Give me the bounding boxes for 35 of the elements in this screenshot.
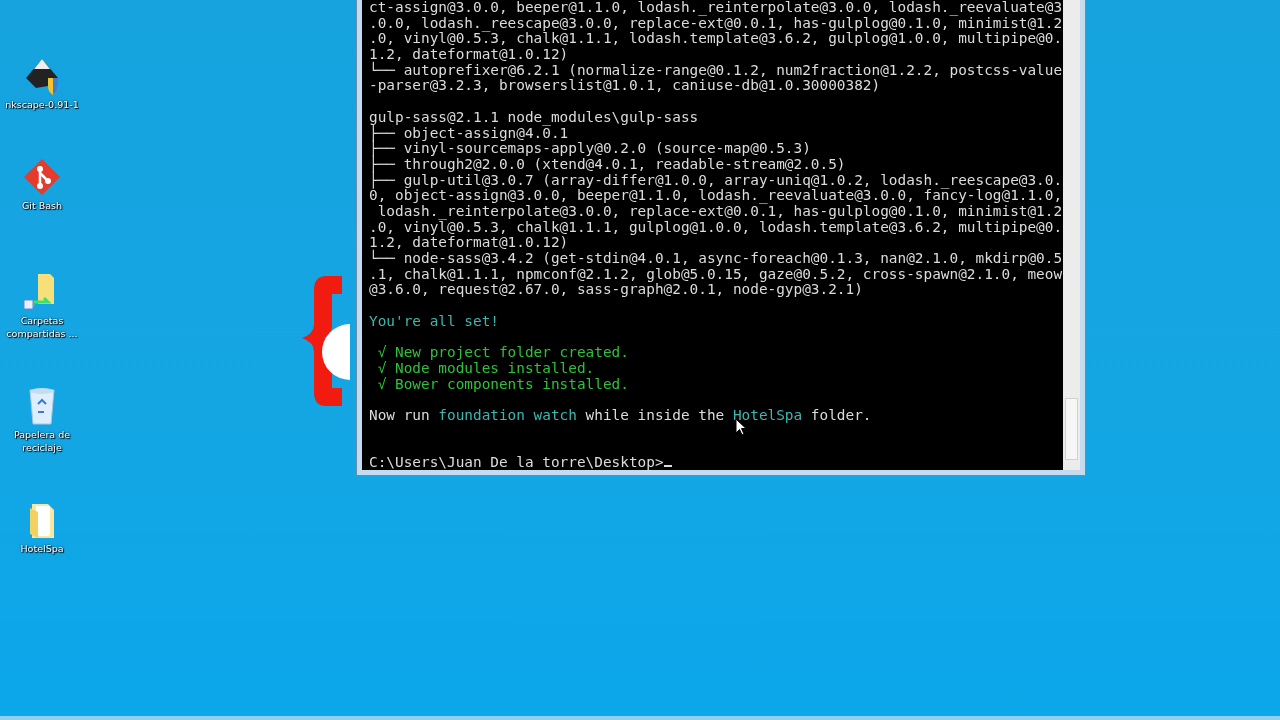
console-text: ├── object-assign@4.0.1	[369, 124, 569, 141]
console-text: .0, vinyl@0.5.3, chalk@1.1.1, lodash.template@3.6.2, gulplog@1.0.0, multipipe@0.	[369, 30, 1063, 47]
desktop-icon-label[interactable]: Papelera de reciclaje	[0, 428, 84, 454]
console-text: └── autoprefixer@6.2.1 (normalize-range@0.1.2, num2fraction@1.2.2, postcss-value	[369, 61, 1063, 78]
console-text: .0.0, lodash._reescape@3.0.0, replace-ext@0.0.1, has-gulplog@0.1.0, minimist@1.2	[369, 14, 1063, 31]
console-text: lodash._reinterpolate@3.0.0, replace-ext@0.0.1, has-gulplog@0.1.0, minimist@1.2	[376, 202, 1063, 219]
console-text: √ New project folder created.	[376, 344, 629, 361]
console-text: 0, object-assign@3.0.0, beeper@1.1.0, lodash._reevaluate@3.0.0, fancy-log@1.1.0,	[369, 187, 1063, 204]
console-text: C:\Users\Juan De la torre\Desktop>	[369, 453, 664, 470]
desktop-icon-label[interactable]: HotelSpa	[0, 542, 84, 555]
console-text: HotelSpa	[732, 406, 803, 423]
git-logo-icon[interactable]	[22, 157, 62, 197]
console-text: ├── gulp-util@3.0.7 (array-differ@1.0.0, array-uniq@1.0.2, lodash._reescape@3.0.	[369, 171, 1063, 188]
console-text: -parser@3.2.3, browserslist@1.0.1, caniuse-db@1.0.30000382)	[369, 77, 881, 94]
console-text: ├── vinyl-sourcemaps-apply@0.2.0 (source-map@0.5.3)	[369, 140, 811, 157]
console-text: .0, vinyl@0.5.3, chalk@1.1.1, gulplog@1.0.0, lodash.template@3.6.2, multipipe@0.	[369, 218, 1063, 235]
console-text: folder.	[809, 406, 872, 423]
console-text: gulp-sass@2.1.1 node_modules\gulp-sass	[369, 108, 699, 125]
console-text: └── node-sass@3.4.2 (get-stdin@4.0.1, async-foreach@0.1.3, nan@2.1.0, mkdirp@0.5	[369, 250, 1063, 266]
desktop-icon-label[interactable]: Git Bash	[0, 199, 84, 212]
text-cursor	[663, 464, 672, 467]
scroll-thumb[interactable]	[1065, 398, 1078, 460]
console-text: while inside the	[584, 406, 726, 423]
console-text: foundation watch	[438, 406, 577, 423]
console-text: .1, chalk@1.1.1, npmconf@2.1.2, glob@5.0.15, gaze@0.5.2, cross-spawn@2.1.0, meow	[369, 265, 1063, 282]
console-text: @3.6.0, request@2.67.0, sass-graph@2.0.1, node-gyp@3.2.1)	[369, 281, 863, 298]
desktop-icon-label[interactable]: Carpetas compartidas ...	[0, 314, 84, 340]
console-text: ct-assign@3.0.0, beeper@1.1.0, lodash._reinterpolate@3.0.0, lodash._reevaluate@3	[369, 0, 1063, 15]
scrollbar[interactable]	[1063, 0, 1080, 470]
console-text: √ Bower components installed.	[376, 375, 629, 392]
console-text: √ Node modules installed.	[376, 359, 595, 376]
console-text: You're all set!	[369, 312, 499, 329]
console-text: Now run	[369, 406, 431, 423]
desktop-icon-label[interactable]: nkscape-0.91-1	[0, 98, 84, 111]
console-text: ├── through2@2.0.0 (xtend@4.0.1, readable-stream@2.0.5)	[369, 155, 846, 172]
